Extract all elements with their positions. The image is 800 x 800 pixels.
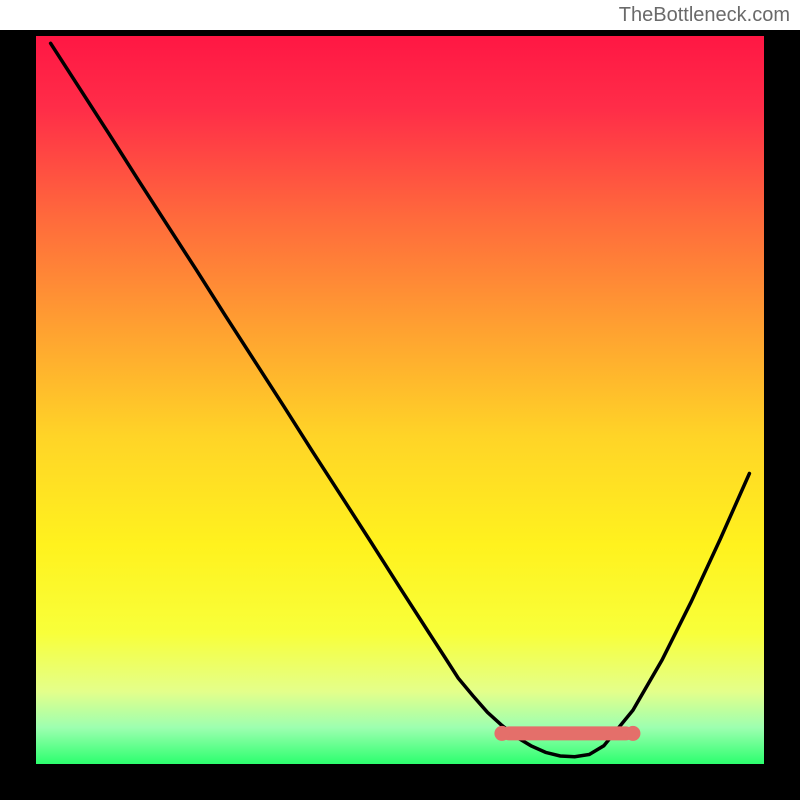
bottleneck-chart	[0, 0, 800, 800]
optimal-range-marker	[502, 726, 633, 740]
watermark-text: TheBottleneck.com	[619, 4, 790, 27]
chart-container: TheBottleneck.com	[0, 0, 800, 800]
optimal-range-endcap	[625, 726, 640, 741]
optimal-range-endcap	[494, 726, 509, 741]
chart-background-gradient	[36, 36, 764, 764]
